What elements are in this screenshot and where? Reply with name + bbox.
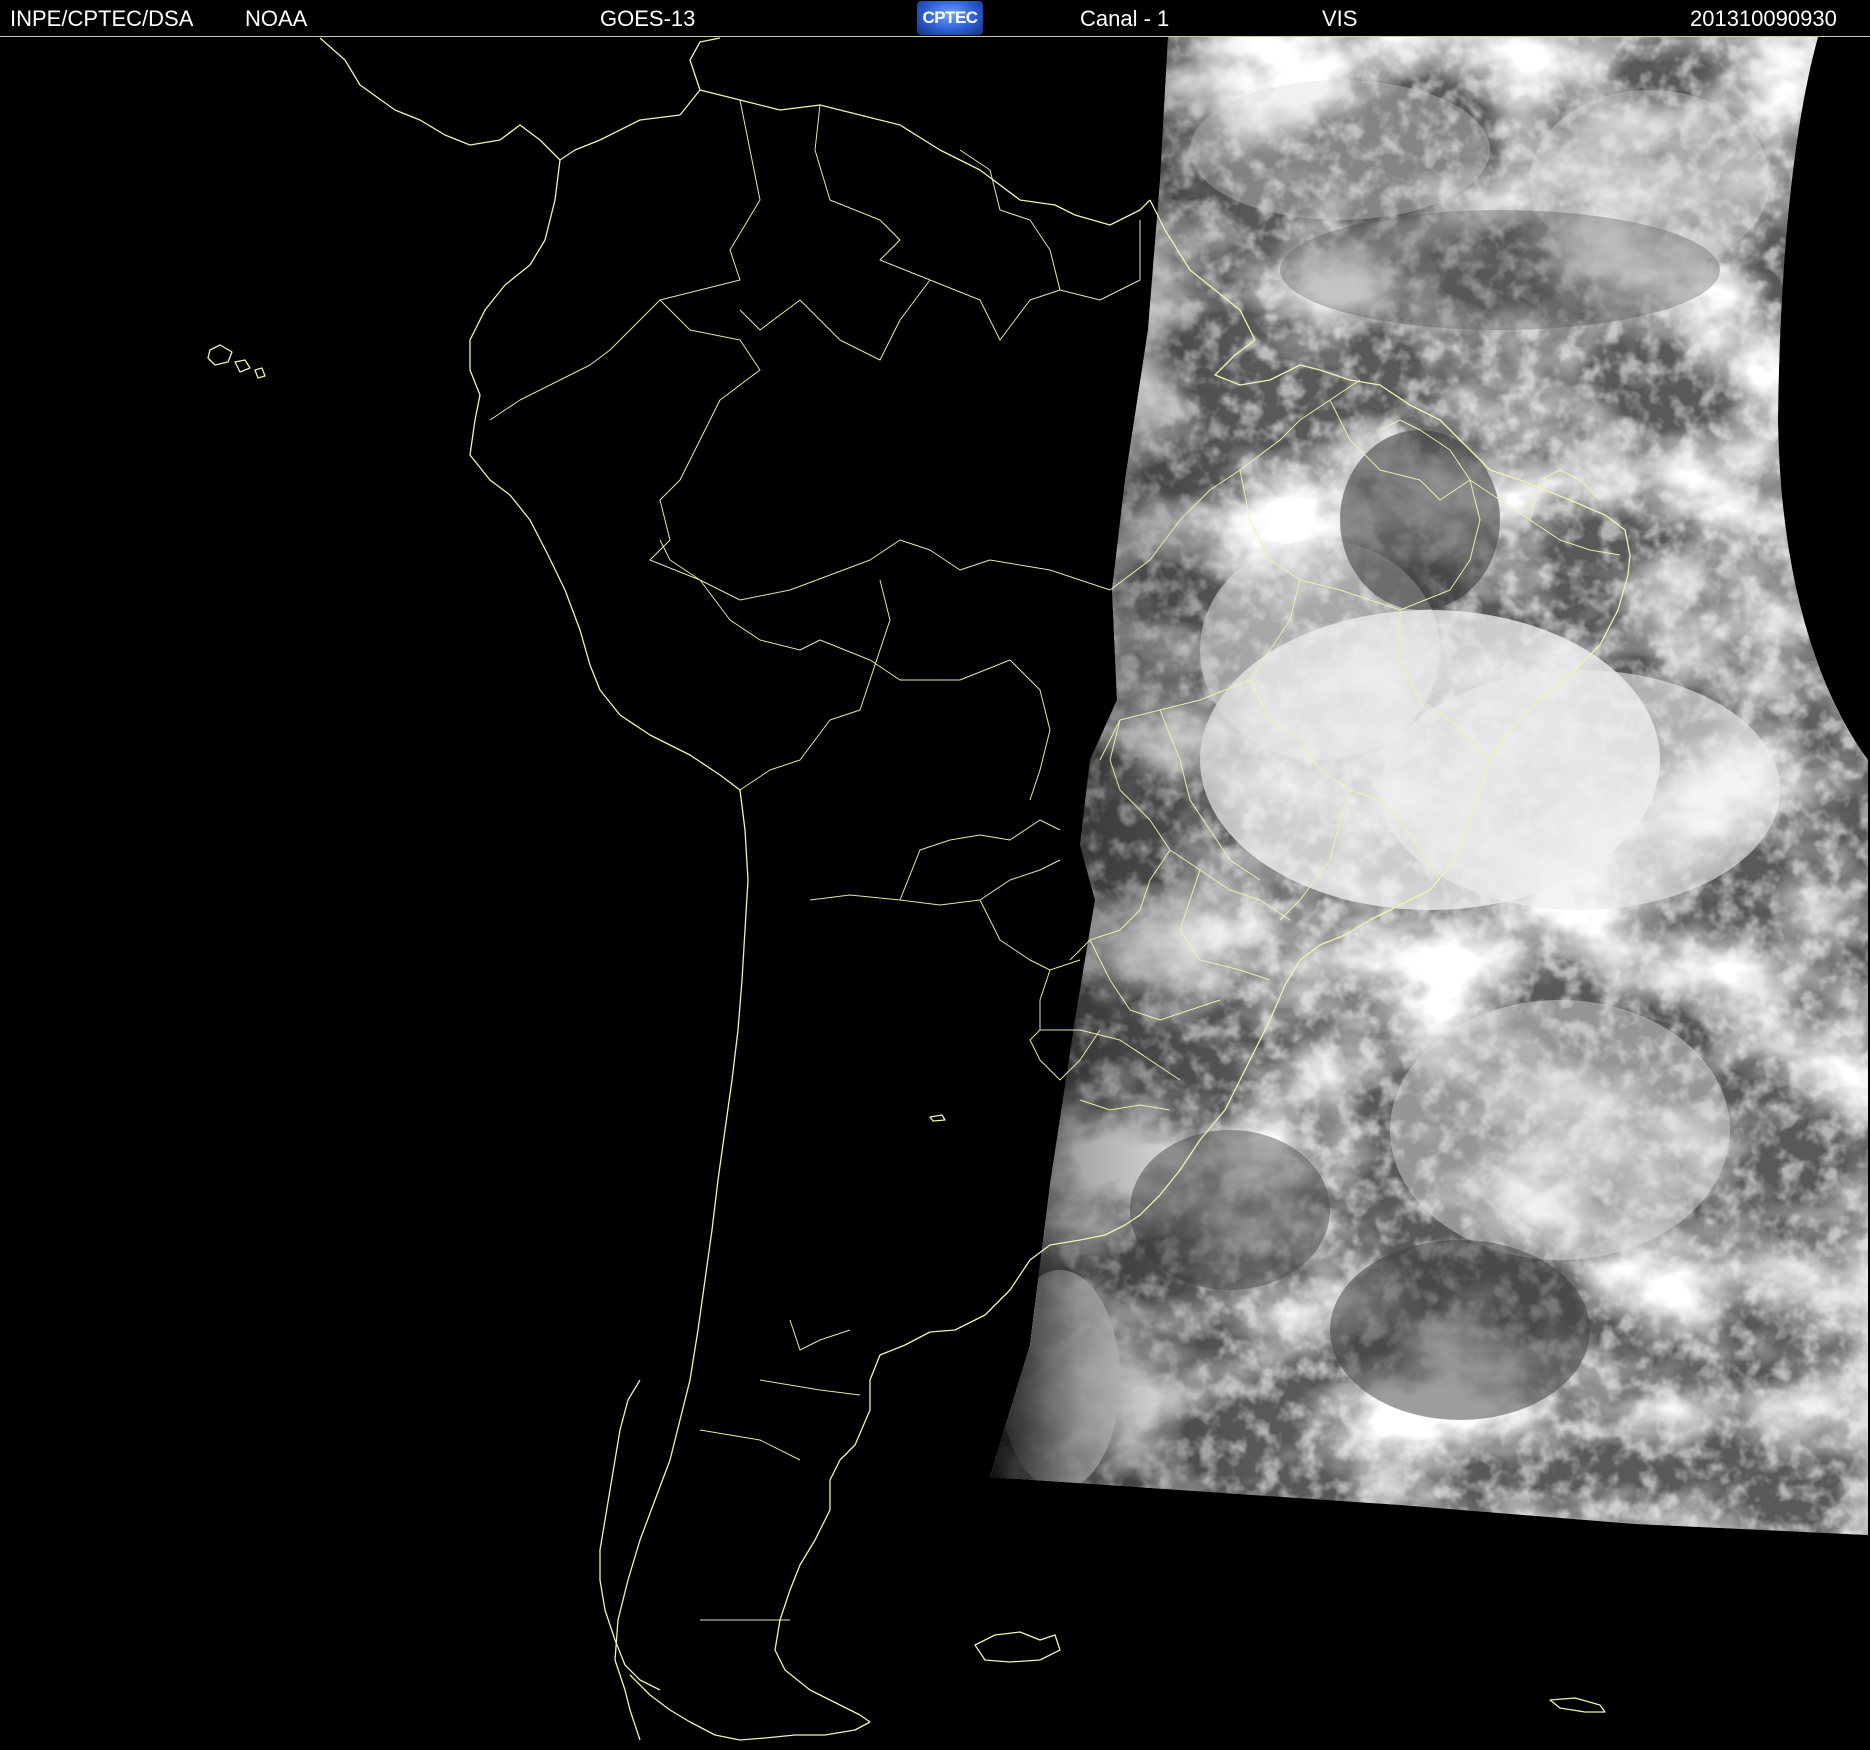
cptec-logo: CPTEC	[917, 1, 983, 35]
institution-label: INPE/CPTEC/DSA	[10, 6, 194, 31]
satellite-map	[207, 37, 1868, 1741]
band-label: VIS	[1322, 6, 1358, 31]
agency-label: NOAA	[245, 6, 308, 31]
satellite-label: GOES-13	[600, 6, 696, 31]
timestamp-label: 201310090930	[1690, 6, 1837, 31]
header-bar: INPE/CPTEC/DSA NOAA GOES-13 CPTEC Canal …	[0, 0, 1870, 37]
satellite-imagery	[990, 37, 1868, 1535]
channel-label: Canal - 1	[1080, 6, 1170, 31]
